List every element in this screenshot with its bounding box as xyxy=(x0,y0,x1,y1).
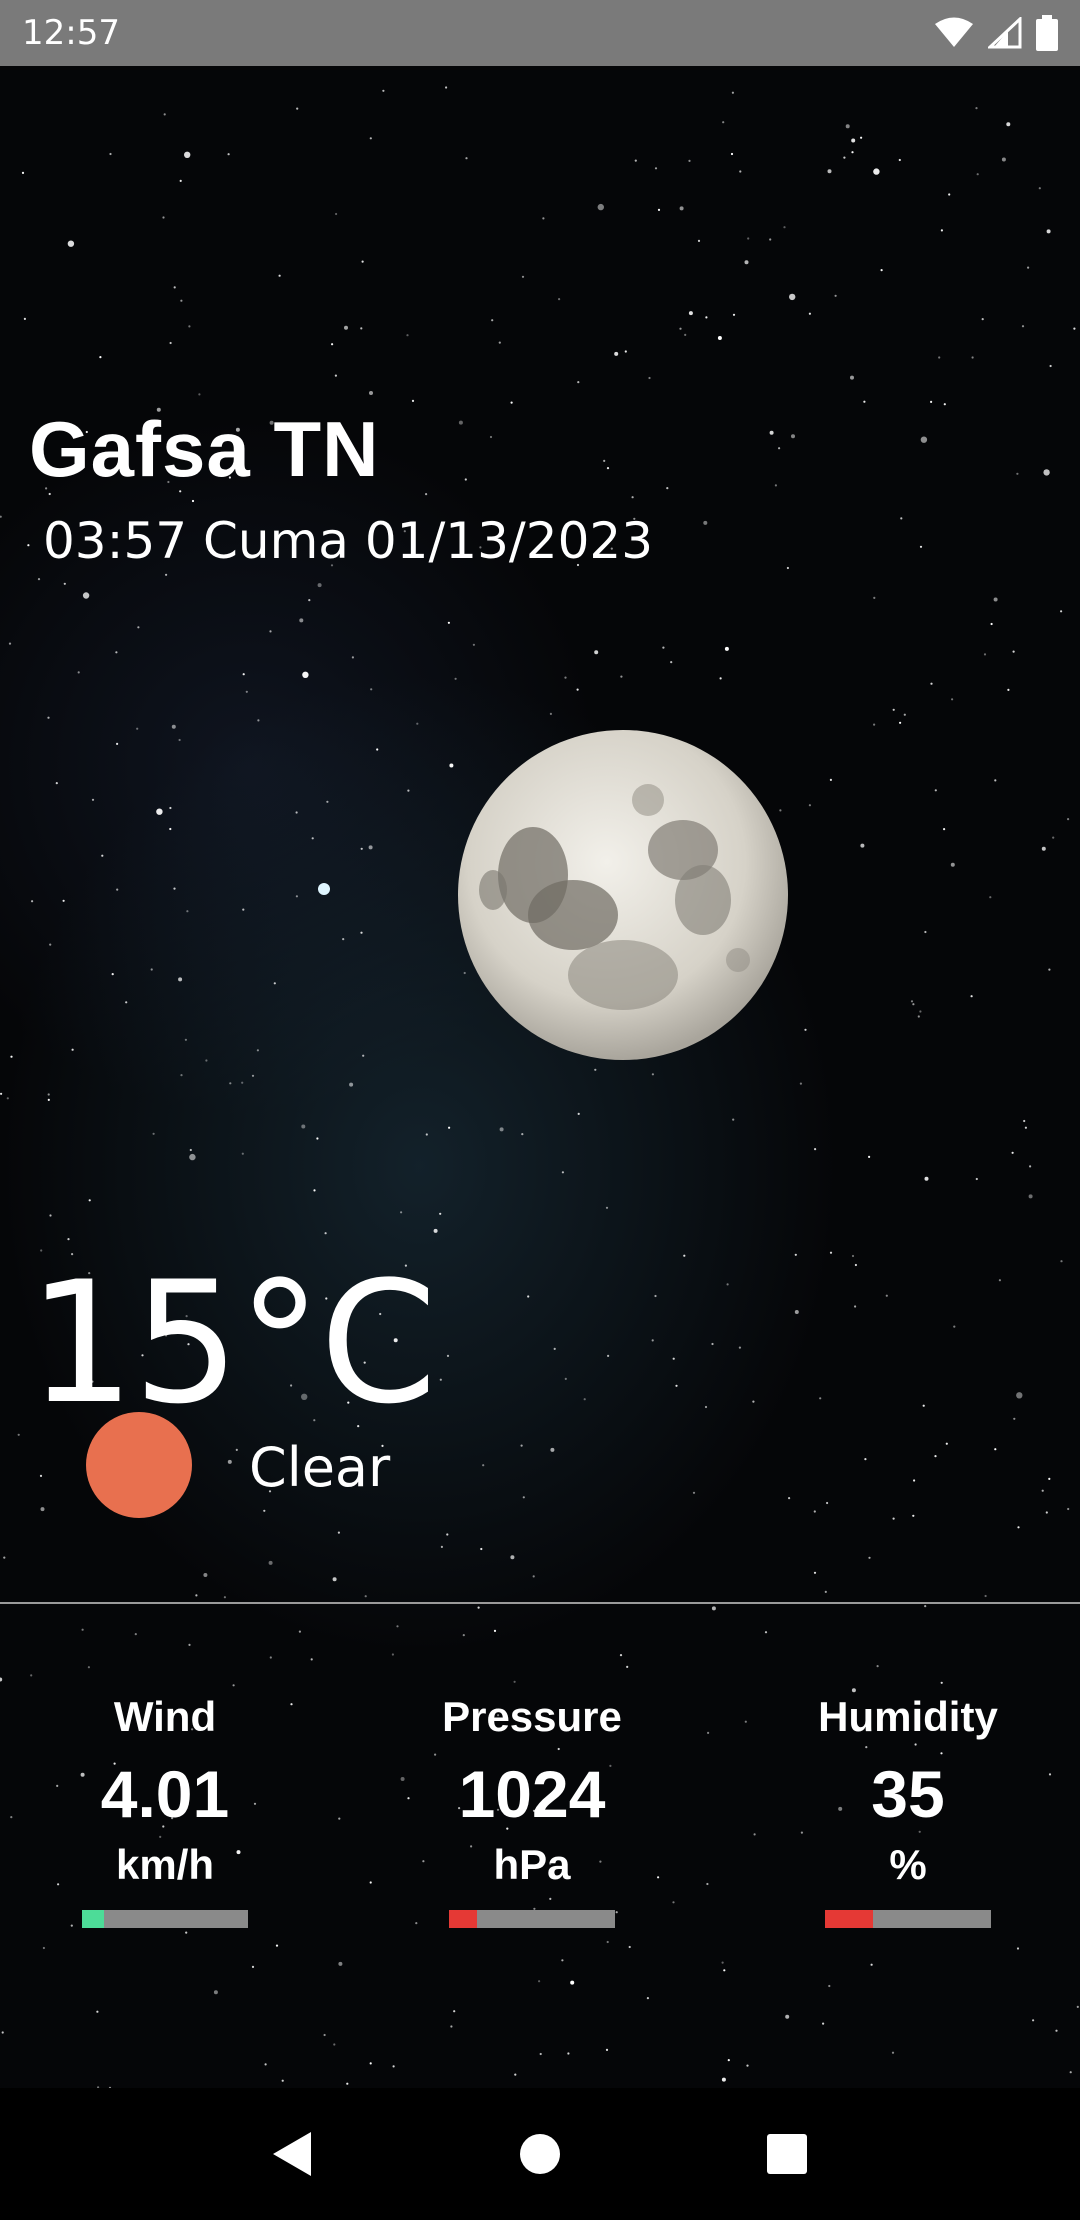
humidity-value: 35 xyxy=(871,1757,945,1831)
pressure-stat: Pressure 1024 hPa xyxy=(402,1690,662,1928)
temperature: 15°C xyxy=(28,1245,437,1441)
humidity-progress-fill xyxy=(825,1910,874,1928)
moon-image xyxy=(458,730,788,1060)
status-bar: 12:57 xyxy=(0,0,1080,66)
pressure-label: Pressure xyxy=(442,1693,622,1740)
wind-value: 4.01 xyxy=(100,1757,230,1831)
weather-condition-icon xyxy=(86,1412,192,1518)
back-button[interactable] xyxy=(263,2124,323,2184)
pressure-progress-bar xyxy=(449,1910,615,1928)
wind-progress-fill xyxy=(82,1910,104,1928)
home-icon xyxy=(519,2134,560,2174)
humidity-unit: % xyxy=(889,1841,927,1888)
cellular-signal-icon xyxy=(988,17,1022,49)
divider xyxy=(0,1602,1080,1604)
humidity-progress-bar xyxy=(825,1910,991,1928)
wind-unit: km/h xyxy=(115,1841,215,1888)
battery-icon xyxy=(1036,15,1058,51)
recents-button[interactable] xyxy=(757,2124,817,2184)
back-icon xyxy=(273,2132,312,2176)
wifi-icon xyxy=(935,17,973,47)
recents-icon xyxy=(766,2134,807,2174)
humidity-stat: Humidity 35 % xyxy=(778,1690,1038,1928)
pressure-value: 1024 xyxy=(458,1757,606,1831)
date-time: 03:57 Cuma 01/13/2023 xyxy=(43,512,654,570)
home-button[interactable] xyxy=(510,2124,570,2184)
navigation-bar xyxy=(0,2088,1080,2220)
city-name: Gafsa TN xyxy=(29,405,380,493)
humidity-label: Humidity xyxy=(818,1693,998,1740)
pressure-progress-fill xyxy=(449,1910,478,1928)
weather-condition: Clear xyxy=(249,1436,391,1499)
status-icons xyxy=(934,15,1058,51)
pressure-unit: hPa xyxy=(493,1841,571,1888)
wind-label: Wind xyxy=(113,1693,217,1740)
wind-progress-bar xyxy=(82,1910,248,1928)
wind-stat: Wind 4.01 km/h xyxy=(35,1690,295,1928)
status-time: 12:57 xyxy=(22,13,120,53)
